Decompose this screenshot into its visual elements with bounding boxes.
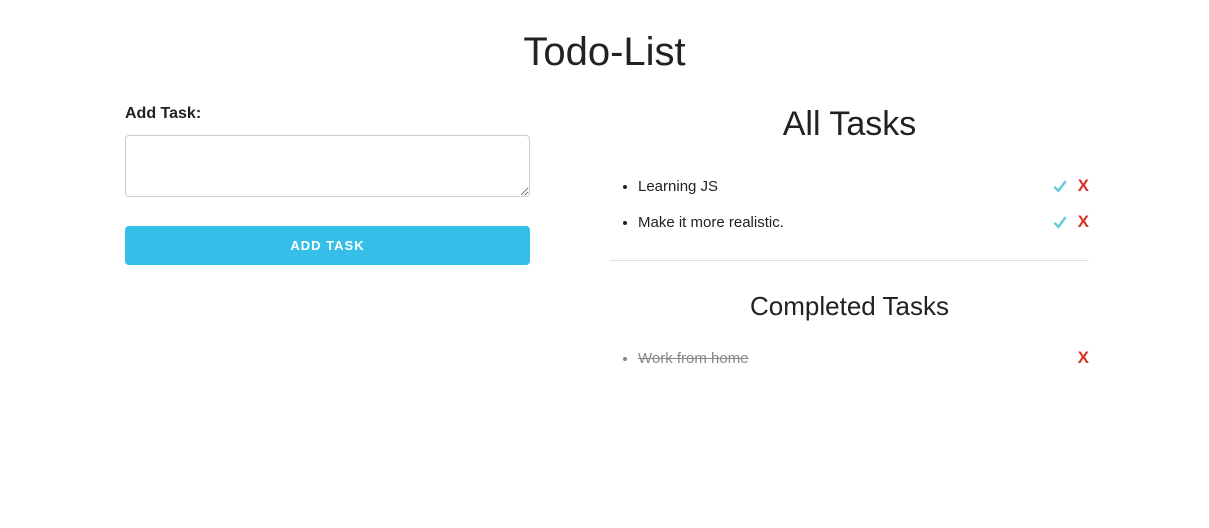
add-task-panel: Add Task: ADD TASK [60, 105, 590, 396]
check-icon[interactable] [1052, 214, 1068, 230]
page-title: Todo-List [0, 30, 1209, 75]
task-input[interactable] [125, 135, 530, 197]
task-item: Make it more realistic. X [638, 204, 1089, 240]
task-text: Make it more realistic. [638, 214, 1052, 231]
completed-task-item: Work from home X [638, 340, 1089, 376]
check-icon[interactable] [1052, 178, 1068, 194]
all-tasks-heading: All Tasks [610, 105, 1089, 144]
add-task-button[interactable]: ADD TASK [125, 226, 530, 265]
task-actions: X [1052, 176, 1089, 196]
task-text: Work from home [638, 350, 1078, 367]
task-item: Learning JS X [638, 168, 1089, 204]
add-task-label: Add Task: [125, 105, 530, 123]
all-tasks-list: Learning JS X Make it more realistic. X [610, 168, 1089, 240]
tasks-panel: All Tasks Learning JS X Make it more rea… [590, 105, 1149, 396]
task-text: Learning JS [638, 178, 1052, 195]
task-actions: X [1078, 348, 1089, 368]
delete-icon[interactable]: X [1078, 212, 1089, 232]
task-actions: X [1052, 212, 1089, 232]
delete-icon[interactable]: X [1078, 348, 1089, 368]
completed-tasks-heading: Completed Tasks [610, 291, 1089, 322]
main-container: Add Task: ADD TASK All Tasks Learning JS… [0, 105, 1209, 396]
completed-tasks-list: Work from home X [610, 340, 1089, 376]
delete-icon[interactable]: X [1078, 176, 1089, 196]
divider [610, 260, 1089, 261]
